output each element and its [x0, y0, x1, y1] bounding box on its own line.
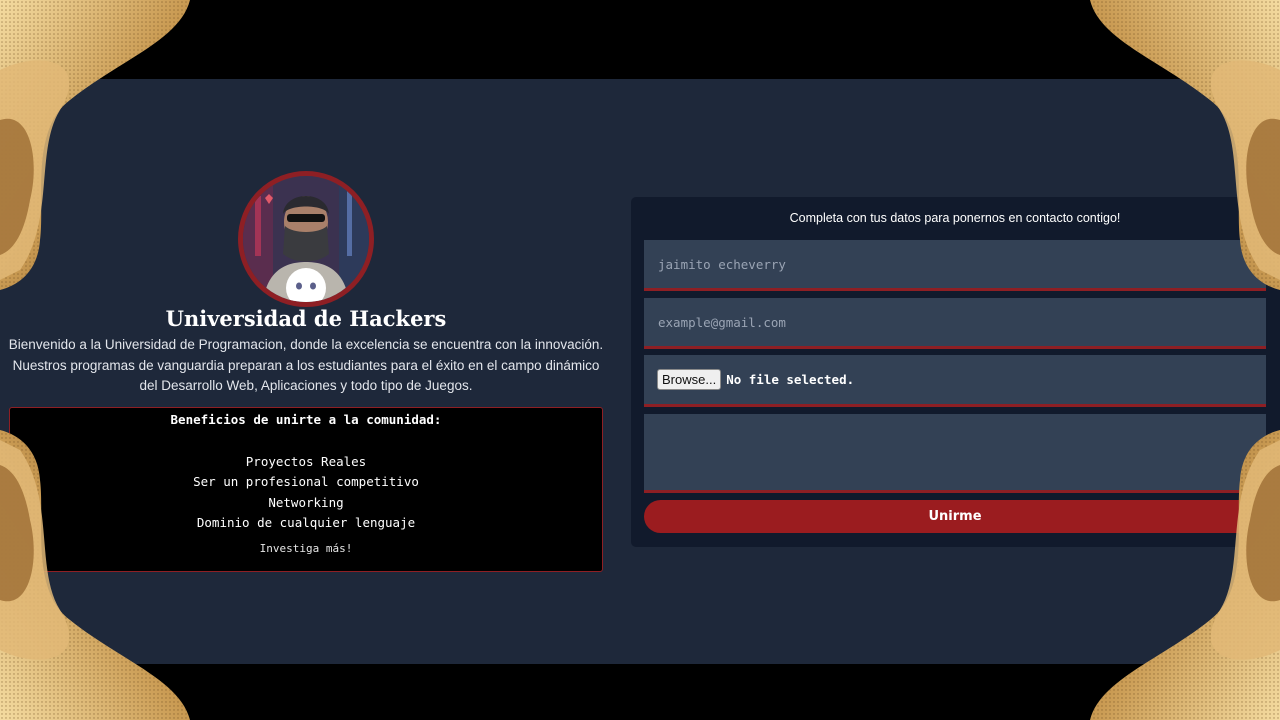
message-field-wrapper — [644, 414, 1266, 493]
join-button[interactable]: Unirme — [644, 500, 1266, 533]
form-prompt: Completa con tus datos para ponernos en … — [789, 211, 1121, 225]
benefits-heading: Beneficios de unirte a la comunidad: — [170, 412, 442, 427]
benefits-box: Beneficios de unirte a la comunidad: Pro… — [9, 407, 603, 572]
learn-more-link[interactable]: Investiga más! — [10, 542, 602, 555]
contact-form: Completa con tus datos para ponernos en … — [631, 197, 1280, 547]
name-field-wrapper — [644, 240, 1266, 291]
email-field-wrapper — [644, 298, 1266, 349]
file-field-wrapper: Browse... No file selected. — [644, 355, 1266, 407]
list-item: Ser un profesional competitivo — [193, 474, 419, 490]
browse-button[interactable]: Browse... — [657, 369, 722, 390]
name-input[interactable] — [644, 240, 1266, 288]
list-item: Networking — [268, 494, 344, 510]
email-input[interactable] — [644, 298, 1266, 346]
benefits-list: Proyectos Reales Ser un profesional comp… — [10, 452, 602, 534]
intro-text: Bienvenido a la Universidad de Programac… — [8, 337, 604, 393]
avatar — [238, 171, 374, 307]
list-item: Dominio de cualquier lenguaje — [196, 515, 416, 531]
message-textarea[interactable] — [644, 414, 1266, 490]
file-upload: Browse... No file selected. — [644, 355, 1266, 404]
intro-section: Universidad de Hackers Bienvenido a la U… — [0, 0, 612, 720]
file-status: No file selected. — [726, 372, 855, 387]
list-item: Proyectos Reales — [245, 454, 367, 469]
page-title: Universidad de Hackers — [165, 306, 447, 331]
